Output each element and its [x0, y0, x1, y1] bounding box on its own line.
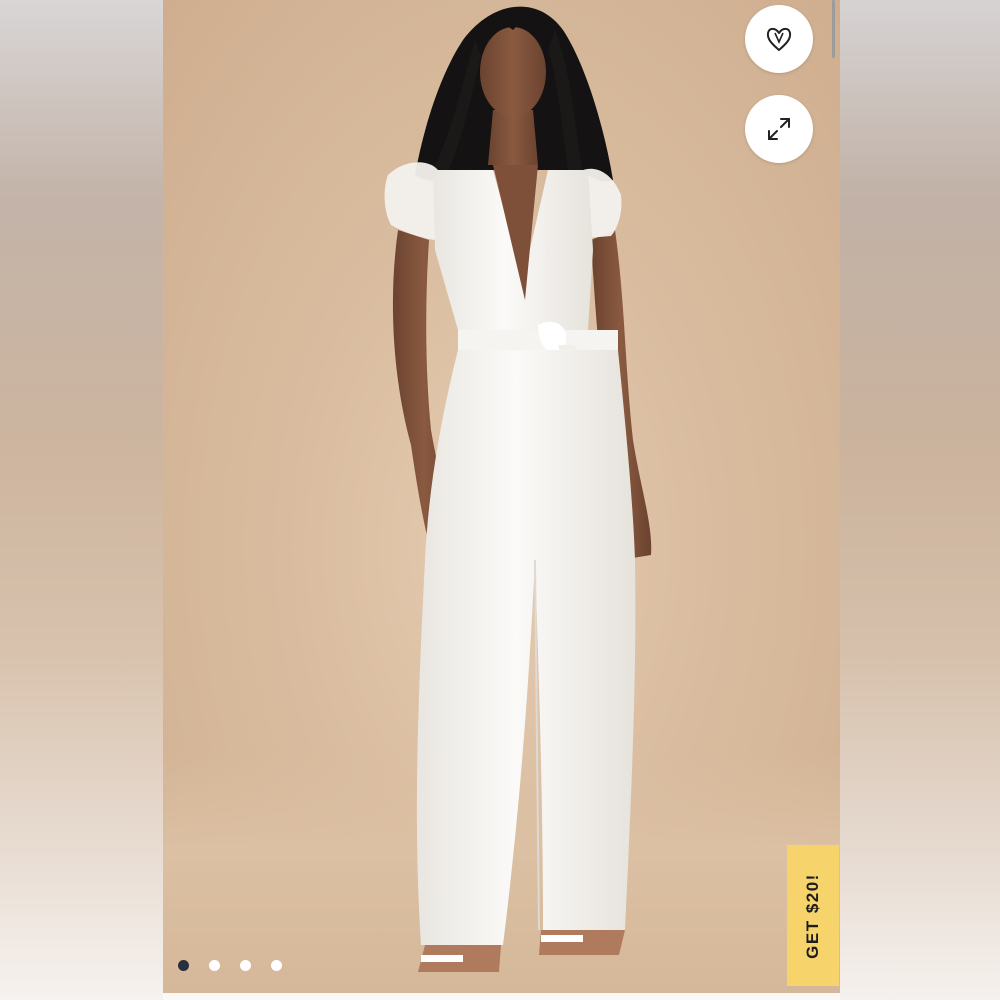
heart-icon	[766, 27, 792, 51]
carousel-dot-1[interactable]	[178, 960, 189, 971]
carousel-dot-4[interactable]	[271, 960, 282, 971]
blurred-background-left	[0, 0, 163, 1000]
blurred-background-right	[840, 0, 1000, 1000]
carousel-dot-3[interactable]	[240, 960, 251, 971]
scrollbar[interactable]	[832, 0, 835, 58]
model-wearing-white-jumpsuit	[384, 6, 652, 972]
favorite-button[interactable]	[745, 5, 813, 73]
expand-icon	[768, 118, 790, 140]
image-carousel-dots	[178, 960, 282, 971]
expand-image-button[interactable]	[745, 95, 813, 163]
product-image[interactable]	[163, 0, 840, 993]
carousel-dot-2[interactable]	[209, 960, 220, 971]
promo-tab[interactable]: GET $20!	[787, 845, 839, 986]
promo-label: GET $20!	[803, 872, 822, 959]
